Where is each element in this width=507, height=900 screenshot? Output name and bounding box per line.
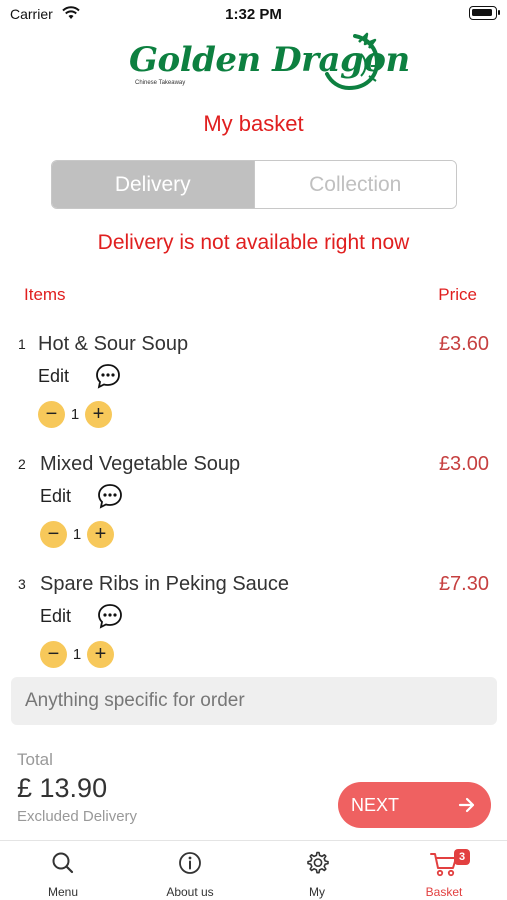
- edit-item-link[interactable]: Edit: [40, 486, 71, 507]
- increase-quantity-button[interactable]: +: [87, 521, 114, 548]
- dragon-icon: [325, 32, 380, 91]
- tab-label: Basket: [425, 885, 463, 899]
- delivery-mode-segment: Delivery Collection: [51, 160, 457, 209]
- next-button[interactable]: NEXT: [338, 782, 491, 828]
- status-bar: Carrier 1:32 PM: [0, 0, 507, 30]
- decrease-quantity-button[interactable]: −: [40, 641, 67, 668]
- quantity-value: 1: [70, 406, 80, 423]
- decrease-quantity-button[interactable]: −: [38, 401, 65, 428]
- basket-item: 1 Hot & Sour Soup £3.60 Edit − 1 +: [0, 331, 507, 441]
- item-number: 2: [18, 456, 26, 472]
- search-icon: [50, 850, 76, 881]
- item-name: Mixed Vegetable Soup: [40, 453, 241, 475]
- item-number: 3: [18, 576, 26, 592]
- tab-label: About us: [166, 885, 214, 899]
- item-price: £7.30: [438, 573, 489, 595]
- price-column-header: Price: [438, 285, 477, 304]
- increase-quantity-button[interactable]: +: [85, 401, 112, 428]
- increase-quantity-button[interactable]: +: [87, 641, 114, 668]
- page-title: My basket: [203, 111, 304, 136]
- comment-icon[interactable]: [96, 602, 124, 630]
- basket-item: 3 Spare Ribs in Peking Sauce £7.30 Edit …: [0, 571, 507, 681]
- basket-item: 2 Mixed Vegetable Soup £3.00 Edit − 1 +: [0, 451, 507, 561]
- item-name: Hot & Sour Soup: [38, 333, 189, 355]
- logo-subtitle: Chinese Takeaway: [135, 80, 186, 86]
- tab-label: My: [309, 885, 325, 899]
- edit-item-link[interactable]: Edit: [38, 366, 69, 387]
- item-price: £3.00: [438, 453, 489, 475]
- edit-item-link[interactable]: Edit: [40, 606, 71, 627]
- comment-icon[interactable]: [96, 482, 124, 510]
- comment-icon[interactable]: [94, 362, 122, 390]
- quantity-value: 1: [72, 646, 82, 663]
- item-name: Spare Ribs in Peking Sauce: [40, 573, 290, 595]
- clock: 1:32 PM: [225, 6, 282, 23]
- decrease-quantity-button[interactable]: −: [40, 521, 67, 548]
- tab-bar: Menu About us My 3 Basket: [0, 840, 507, 900]
- total-value: £ 13.90: [17, 773, 108, 803]
- delivery-option[interactable]: Delivery: [52, 161, 254, 208]
- delivery-notice: Delivery is not available right now: [97, 231, 410, 254]
- delivery-excluded-note: Excluded Delivery: [17, 808, 138, 825]
- gear-icon: [304, 850, 330, 881]
- order-note-input[interactable]: [11, 677, 497, 725]
- info-icon: [177, 850, 203, 881]
- battery-icon: [469, 6, 500, 20]
- item-number: 1: [18, 336, 26, 352]
- tab-about-us[interactable]: About us: [127, 841, 253, 900]
- tab-menu[interactable]: Menu: [0, 841, 126, 900]
- item-price: £3.60: [438, 333, 489, 355]
- tab-my[interactable]: My: [254, 841, 380, 900]
- arrow-right-icon: [457, 795, 477, 820]
- tab-label: Menu: [47, 885, 79, 899]
- collection-option[interactable]: Collection: [253, 161, 456, 208]
- tab-basket[interactable]: 3 Basket: [381, 841, 507, 900]
- brand-logo: Golden Dragon Chinese Takeaway: [125, 32, 410, 94]
- quantity-value: 1: [72, 526, 82, 543]
- total-label: Total: [17, 750, 53, 769]
- next-button-label: NEXT: [351, 795, 400, 815]
- cart-count-badge: 3: [454, 849, 470, 865]
- items-column-header: Items: [24, 285, 66, 304]
